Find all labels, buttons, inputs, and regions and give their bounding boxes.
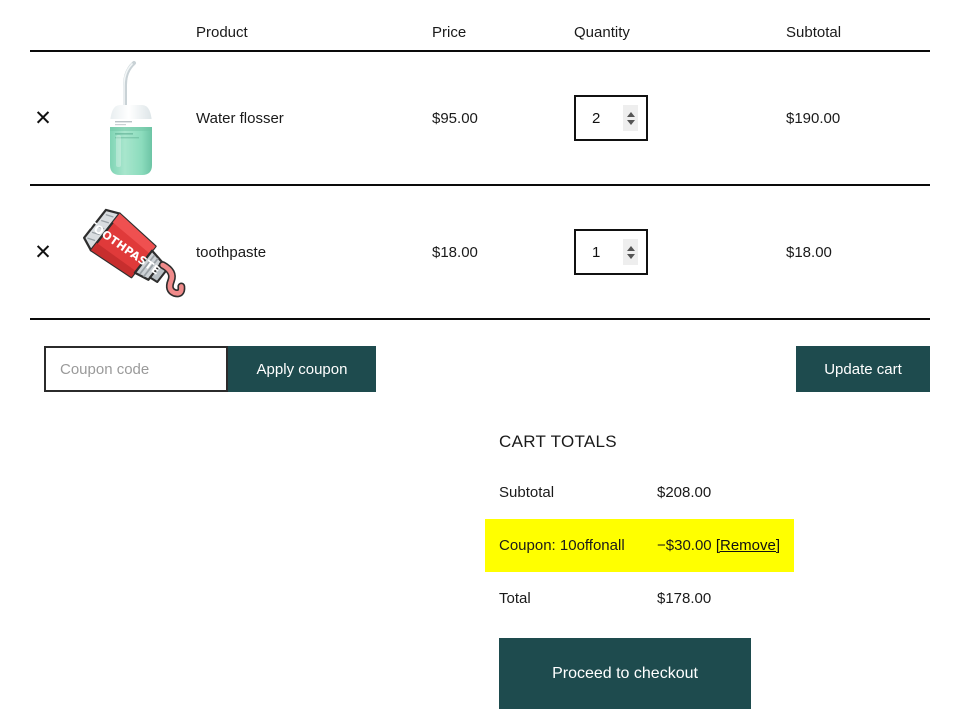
coupon-discount-value: −$30.00 — [657, 537, 712, 554]
water-flosser-icon — [110, 61, 152, 175]
proceed-to-checkout-button[interactable]: Proceed to checkout — [499, 638, 751, 709]
product-name[interactable]: Water flosser — [196, 110, 432, 127]
cart-table-header: Product Price Quantity Subtotal — [30, 0, 930, 52]
chevron-down-icon[interactable] — [626, 119, 635, 125]
cart-page: Product Price Quantity Subtotal ✕ Water … — [0, 0, 970, 725]
quantity-cell: 2 — [574, 95, 786, 141]
product-thumbnail-cell — [76, 58, 196, 178]
chevron-down-icon[interactable] — [626, 253, 635, 259]
subtotal-label: Subtotal — [499, 484, 555, 501]
cart-table: Product Price Quantity Subtotal ✕ Water … — [30, 0, 930, 320]
header-thumbnail — [76, 41, 196, 50]
remove-cell: ✕ — [30, 239, 76, 265]
product-price: $18.00 — [432, 243, 478, 261]
header-quantity: Quantity — [574, 24, 630, 41]
subtotal-row: Subtotal $208.00 — [499, 466, 794, 519]
header-product: Product — [196, 24, 248, 41]
coupon-discount-row: Coupon: 10offonall −$30.00 [Remove] — [485, 519, 794, 572]
header-price: Price — [432, 24, 467, 41]
total-value: $178.00 — [657, 590, 712, 607]
remove-coupon-link[interactable]: [Remove] — [716, 537, 780, 554]
quantity-spinner-arrows[interactable] — [623, 105, 638, 131]
coupon-discount-value-cell: −$30.00 [Remove] — [657, 537, 794, 554]
toothpaste-tube-product-image[interactable]: TOOTHPASTE — [76, 192, 186, 312]
update-cart-button[interactable]: Update cart — [796, 346, 930, 392]
quantity-value[interactable]: 2 — [576, 110, 600, 127]
product-subtotal: $190.00 — [786, 109, 841, 127]
quantity-stepper[interactable]: 1 — [574, 229, 648, 275]
total-label: Total — [499, 590, 531, 607]
chevron-up-icon[interactable] — [626, 111, 635, 117]
remove-cell: ✕ — [30, 105, 76, 131]
total-row: Total $178.00 — [499, 572, 794, 625]
product-price: $95.00 — [432, 109, 478, 127]
quantity-stepper[interactable]: 2 — [574, 95, 648, 141]
apply-coupon-button[interactable]: Apply coupon — [228, 346, 376, 392]
quantity-cell: 1 — [574, 229, 786, 275]
header-remove — [30, 41, 76, 50]
chevron-up-icon[interactable] — [626, 245, 635, 251]
toothpaste-tube-icon: TOOTHPASTE — [82, 208, 186, 298]
coupon-code-input[interactable] — [44, 346, 228, 392]
cart-totals-title: CART TOTALS — [499, 432, 617, 451]
coupon-section: Apply coupon — [44, 346, 376, 392]
product-subtotal: $18.00 — [786, 243, 832, 261]
coupon-discount-label: Coupon: 10offonall — [499, 537, 625, 554]
water-flosser-product-image[interactable] — [76, 58, 186, 178]
product-thumbnail-cell: TOOTHPASTE — [76, 192, 196, 312]
header-subtotal: Subtotal — [786, 24, 842, 41]
product-name[interactable]: toothpaste — [196, 244, 432, 261]
close-icon[interactable]: ✕ — [30, 105, 56, 131]
cart-totals-section: CART TOTALS Subtotal $208.00 Coupon: 10o… — [485, 432, 794, 625]
close-icon[interactable]: ✕ — [30, 239, 56, 265]
table-row: ✕ — [30, 186, 930, 320]
quantity-value[interactable]: 1 — [576, 244, 600, 261]
subtotal-value: $208.00 — [657, 484, 712, 501]
table-row: ✕ — [30, 52, 930, 186]
quantity-spinner-arrows[interactable] — [623, 239, 638, 265]
